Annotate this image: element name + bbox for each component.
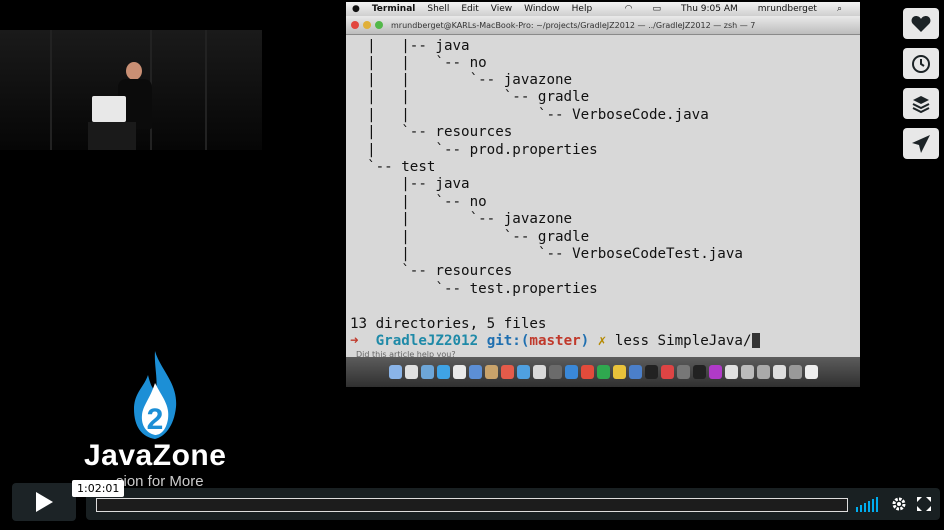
settings-gear-icon[interactable]: [891, 496, 907, 512]
logo-brand: JavaZone: [84, 439, 227, 472]
terminal-titlebar: mrundberget@KARLs-MacBook-Pro: ~/project…: [346, 16, 860, 35]
prompt-repo: GradleJZ2012: [375, 333, 479, 349]
watch-later-button[interactable]: [903, 48, 939, 79]
prompt-arrow-icon: ➜: [350, 333, 359, 349]
terminal-line: | | `-- javazone: [350, 72, 573, 88]
mac-dock: [346, 357, 860, 387]
spotlight-icon: ⌕: [836, 4, 842, 14]
logo-number: 2: [147, 403, 164, 436]
terminal-line: | `-- prod.properties: [350, 142, 598, 158]
like-button[interactable]: [903, 8, 939, 39]
terminal-line: | | `-- VerboseCode.java: [350, 107, 709, 123]
apple-icon: ●: [352, 4, 360, 14]
progress-track[interactable]: [96, 498, 848, 512]
menu-app-terminal: Terminal: [371, 4, 416, 14]
menu-edit: Edit: [461, 4, 479, 14]
javazone-logo: 2 JavaZone sion for More: [70, 345, 240, 495]
play-button[interactable]: [12, 483, 76, 521]
terminal-window-title: mrundberget@KARLs-MacBook-Pro: ~/project…: [391, 20, 756, 30]
timecode-tooltip: 1:02:01: [72, 480, 125, 497]
battery-icon: ▭: [652, 4, 662, 14]
terminal-output: | |-- java | | `-- no | | `-- javazone |…: [346, 36, 860, 354]
close-dot-icon: [351, 21, 359, 29]
podium: [88, 122, 136, 150]
zoom-dot-icon: [375, 21, 383, 29]
terminal-line: | | `-- gradle: [350, 89, 590, 105]
menu-shell: Shell: [427, 4, 450, 14]
menubar-clock: Thu 9:05 AM: [681, 4, 738, 14]
terminal-line: `-- resources: [350, 263, 513, 279]
fullscreen-icon[interactable]: [916, 496, 932, 512]
terminal-line: |-- java: [350, 176, 470, 192]
shell-prompt: ➜ GradleJZ2012 git:(master) ✗ less Simpl…: [350, 333, 760, 350]
terminal-line: | | `-- no: [350, 55, 487, 71]
menu-help: Help: [571, 4, 593, 14]
prompt-branch: master: [529, 333, 581, 349]
terminal-line: | `-- javazone: [350, 211, 573, 227]
layers-icon: [912, 95, 930, 113]
terminal-line: | |-- java: [350, 38, 470, 54]
terminal-line: `-- test: [350, 159, 436, 175]
terminal-line: | `-- resources: [350, 124, 513, 140]
menu-window: Window: [524, 4, 560, 14]
play-icon: [36, 492, 53, 512]
dirty-indicator-icon: ✗: [597, 333, 607, 349]
wifi-icon: ◠: [624, 4, 633, 14]
heart-icon: [911, 15, 931, 32]
terminal-line: | `-- VerboseCodeTest.java: [350, 246, 743, 262]
clock-icon: [912, 54, 930, 73]
terminal-line: | `-- gradle: [350, 229, 590, 245]
mac-menubar: ● Terminal Shell Edit View Window Help ◠…: [346, 2, 860, 16]
collections-button[interactable]: [903, 88, 939, 119]
prompt-branch-close: ): [580, 333, 590, 349]
menu-view: View: [490, 4, 513, 14]
laptop: [92, 96, 126, 122]
text-cursor: [751, 333, 760, 348]
speaker-camera-view: [0, 30, 262, 150]
terminal-line: `-- test.properties: [350, 281, 598, 297]
paper-plane-icon: [912, 134, 930, 153]
flame-icon: 2: [134, 351, 177, 439]
share-button[interactable]: [903, 128, 939, 159]
prompt-git-label: git:: [486, 333, 521, 349]
prompt-command: less SimpleJava/: [614, 333, 752, 349]
terminal-summary: 13 directories, 5 files: [350, 316, 547, 332]
volume-control[interactable]: [856, 496, 878, 512]
action-buttons: [903, 8, 939, 159]
terminal-line: | `-- no: [350, 194, 487, 210]
minimize-dot-icon: [363, 21, 371, 29]
menubar-user: mrundberget: [757, 4, 817, 14]
presentation-slide: ● Terminal Shell Edit View Window Help ◠…: [346, 2, 860, 387]
control-bar: [86, 488, 940, 520]
